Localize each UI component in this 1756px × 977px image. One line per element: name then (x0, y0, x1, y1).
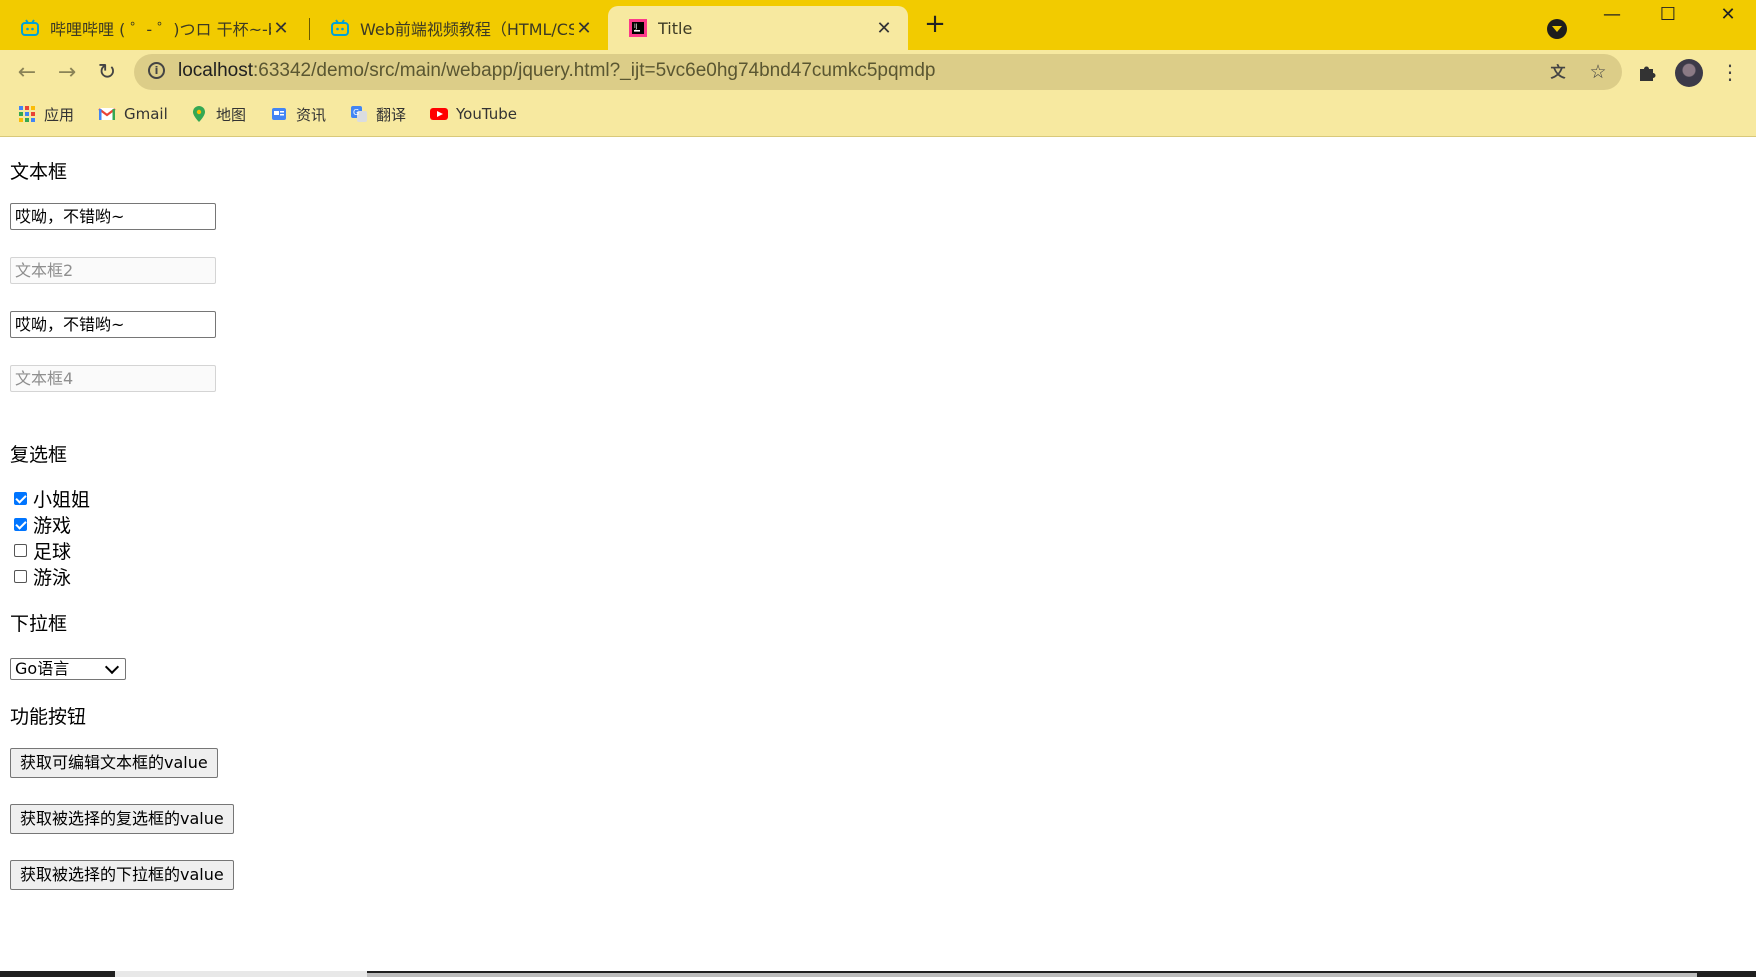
minimize-button[interactable]: — (1584, 0, 1640, 32)
bookmark-translate[interactable]: G 翻译 (350, 103, 406, 125)
menu-kebab-icon[interactable]: ⋮ (1718, 60, 1742, 84)
textbox-section-title: 文本框 (10, 161, 68, 183)
tab-close-icon[interactable]: ✕ (874, 18, 894, 39)
taskbar-segment (367, 973, 1697, 977)
avatar[interactable] (1675, 59, 1703, 87)
tab-title-active[interactable]: IJ Title ✕ (608, 6, 908, 50)
url-host: localhost (178, 60, 253, 81)
bookmark-apps[interactable]: 应用 (18, 103, 74, 125)
language-select[interactable]: Go语言 (10, 658, 126, 680)
checkbox-swimming[interactable] (14, 569, 27, 583)
apps-grid-icon (19, 106, 35, 122)
textbox-1[interactable]: 哎呦，不错哟~ (10, 203, 216, 230)
tab-search-icon[interactable] (1547, 19, 1567, 39)
checkbox-label: 小姐姐 (33, 488, 91, 511)
checkbox-row-football[interactable]: 足球 (14, 538, 72, 563)
get-editable-textbox-value-button[interactable]: 获取可编辑文本框的value (10, 748, 218, 778)
svg-text:G: G (353, 108, 359, 117)
bilibili-icon (331, 19, 349, 36)
bookmark-youtube[interactable]: YouTube (430, 103, 517, 125)
bookmark-label: 资讯 (296, 105, 327, 124)
bookmark-label: 地图 (216, 105, 247, 124)
tab-title: 哔哩哔哩 ( ゜- ゜)つロ 干杯~-bilibili (50, 20, 271, 39)
translate-page-icon[interactable]: 文 (1546, 60, 1570, 84)
forward-icon[interactable]: → (50, 56, 84, 90)
checkbox-row-xiaojiejie[interactable]: 小姐姐 (14, 486, 91, 511)
reload-icon[interactable]: ↻ (90, 56, 124, 90)
bookmark-gmail[interactable]: Gmail (98, 103, 168, 125)
buttons-section-title: 功能按钮 (10, 706, 87, 728)
gmail-icon (98, 108, 116, 120)
textbox-2-disabled: 文本框2 (10, 257, 216, 284)
bilibili-icon (21, 19, 39, 36)
checkbox-label: 游泳 (33, 566, 72, 589)
textbox-3[interactable]: 哎呦，不错哟~ (10, 311, 216, 338)
bookmark-label: 应用 (44, 105, 75, 124)
bookmark-news[interactable]: 资讯 (270, 103, 326, 125)
checkbox-xiaojiejie[interactable] (14, 491, 27, 505)
checkbox-label: 游戏 (33, 514, 72, 537)
bookmark-label: Gmail (124, 105, 168, 123)
jetbrains-icon: IJ (629, 19, 647, 37)
tab-title: Title (658, 18, 693, 38)
checkbox-label: 足球 (33, 540, 72, 563)
checkbox-game[interactable] (14, 517, 27, 531)
select-section-title: 下拉框 (10, 613, 68, 635)
textbox-4-disabled: 文本框4 (10, 365, 216, 392)
taskbar-strip (0, 971, 1756, 977)
bookmark-star-icon[interactable]: ☆ (1586, 60, 1610, 84)
bookmark-label: YouTube (456, 105, 517, 123)
checkbox-row-swimming[interactable]: 游泳 (14, 564, 72, 589)
new-tab-button[interactable]: + (920, 10, 950, 40)
taskbar-segment (115, 971, 367, 977)
maximize-button[interactable]: ☐ (1640, 0, 1696, 32)
url-path: :63342/demo/src/main/webapp/jquery.html?… (253, 60, 936, 81)
back-icon[interactable]: ← (10, 56, 44, 90)
tab-close-icon[interactable]: ✕ (574, 18, 594, 39)
tab-bilibili-home[interactable]: 哔哩哔哩 ( ゜- ゜)つロ 干杯~-bilibili ✕ (0, 6, 305, 50)
site-info-icon[interactable]: i (148, 62, 165, 79)
bookmarks-bar (0, 96, 1756, 137)
translate-icon: G (351, 106, 367, 122)
maps-icon (193, 106, 205, 122)
chevron-down-icon (104, 659, 120, 674)
url-text[interactable]: localhost:63342/demo/src/main/webapp/jqu… (178, 60, 936, 82)
bookmark-maps[interactable]: 地图 (190, 103, 246, 125)
checkbox-row-game[interactable]: 游戏 (14, 512, 72, 537)
tab-web-tutorial[interactable]: Web前端视频教程（HTML/CSS/ ✕ (310, 6, 608, 50)
close-window-button[interactable]: ✕ (1700, 0, 1756, 32)
checkbox-football[interactable] (14, 543, 27, 557)
tab-title: Web前端视频教程（HTML/CSS/ (360, 20, 574, 39)
news-icon (272, 108, 286, 120)
checkbox-section-title: 复选框 (10, 444, 68, 466)
get-selected-dropdown-value-button[interactable]: 获取被选择的下拉框的value (10, 860, 234, 890)
svg-text:IJ: IJ (634, 23, 638, 30)
extensions-icon[interactable] (1636, 61, 1658, 83)
youtube-icon (430, 108, 448, 120)
get-checked-checkbox-value-button[interactable]: 获取被选择的复选框的value (10, 804, 234, 834)
tab-close-icon[interactable]: ✕ (271, 18, 291, 39)
bookmark-label: 翻译 (376, 105, 407, 124)
select-value: Go语言 (15, 659, 70, 678)
